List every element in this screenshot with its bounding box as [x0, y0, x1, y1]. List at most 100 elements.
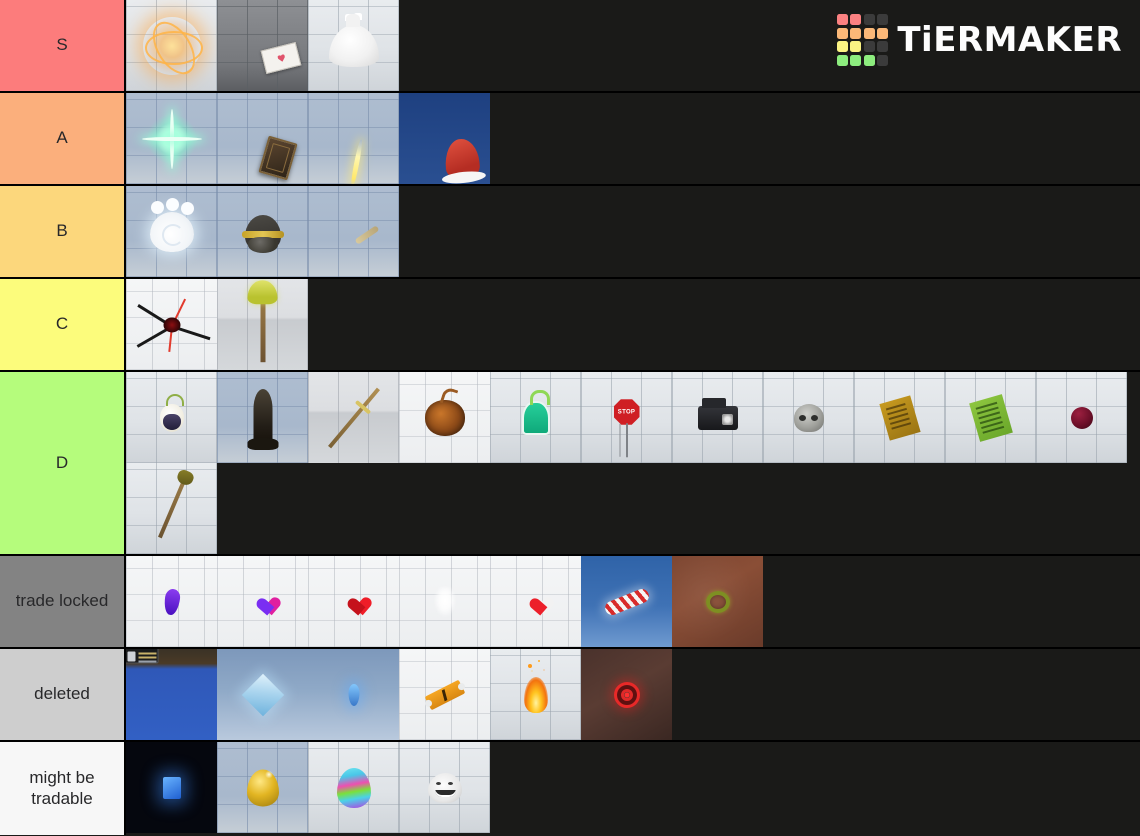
- tier-item-love-letter-envelope[interactable]: [217, 0, 308, 91]
- red-santa-hat-icon: [442, 136, 481, 181]
- blue-glowing-book-icon: [162, 776, 181, 799]
- tier-item-green-ring[interactable]: [672, 556, 763, 647]
- tier-item-black-red-splatter[interactable]: [126, 279, 217, 370]
- green-book-icon: [968, 393, 1013, 442]
- logo-cell-11: [877, 41, 889, 52]
- rainbow-egg-icon: [336, 767, 371, 808]
- logo-cell-4: [836, 27, 848, 39]
- tier-item-yellow-light-streak[interactable]: [308, 93, 399, 184]
- tier-label-b[interactable]: B: [0, 186, 126, 277]
- tier-item-troll-face[interactable]: [399, 742, 490, 833]
- logo-cell-8: [836, 41, 848, 52]
- tier-item-golden-egg[interactable]: [217, 742, 308, 833]
- blue-crystal-icon: [348, 683, 359, 706]
- tier-label-c[interactable]: C: [0, 279, 126, 370]
- logo-cell-10: [863, 41, 875, 52]
- tier-list-board: TiERMAKER S A B C D STOP trade locked deleted mi…: [0, 0, 1140, 836]
- logo-cell-1: [850, 14, 862, 25]
- tier-item-fire-flame[interactable]: [490, 649, 581, 740]
- tier-item-dark-ancient-book[interactable]: [217, 93, 308, 184]
- tiermaker-logo: TiERMAKER: [836, 14, 1122, 66]
- logo-cell-2: [863, 14, 875, 25]
- tier-items-d[interactable]: STOP: [126, 372, 1140, 554]
- logo-cell-3: [877, 14, 889, 25]
- logo-cell-5: [850, 27, 862, 39]
- tier-label-a[interactable]: A: [0, 93, 126, 184]
- tier-item-red-target-ring[interactable]: [581, 649, 672, 740]
- tier-item-old-camera[interactable]: [672, 372, 763, 463]
- glowing-orange-orb-icon: [142, 16, 203, 75]
- tier-item-gold-book[interactable]: [854, 372, 945, 463]
- tier-item-player-avatar-scene[interactable]: [126, 649, 217, 740]
- red-apple-icon: [1070, 406, 1093, 429]
- tier-item-candy-cane[interactable]: [581, 556, 672, 647]
- tier-item-stone-skull[interactable]: [763, 372, 854, 463]
- green-devil-fruit-icon: [521, 389, 550, 435]
- orange-pumpkin-fruit-icon: [424, 399, 465, 436]
- dark-rocket-icon: [247, 388, 278, 450]
- golden-egg-icon: [246, 769, 279, 806]
- tier-item-red-heart[interactable]: [308, 556, 399, 647]
- tier-item-dark-rocket[interactable]: [217, 372, 308, 463]
- tier-item-blue-crystal[interactable]: [308, 649, 399, 740]
- wooden-stick-icon: [354, 224, 379, 245]
- tier-row: B: [0, 186, 1140, 279]
- tier-items-trade-locked[interactable]: [126, 556, 1140, 647]
- tier-label-trade-locked[interactable]: trade locked: [0, 556, 126, 647]
- black-red-splatter-icon: [136, 298, 211, 352]
- tier-item-blue-glowing-book[interactable]: [126, 742, 217, 833]
- tier-item-red-apple[interactable]: [1036, 372, 1127, 463]
- tier-items-might-be-tradable[interactable]: [126, 742, 1140, 835]
- tier-item-white-sack-bag[interactable]: [308, 0, 399, 91]
- tier-item-golden-spear[interactable]: [308, 372, 399, 463]
- slime-staff-icon: [247, 279, 277, 362]
- tier-item-stop-sign[interactable]: STOP: [581, 372, 672, 463]
- tier-items-c[interactable]: [126, 279, 1140, 370]
- tier-label-s[interactable]: S: [0, 0, 126, 91]
- troll-face-icon: [427, 772, 462, 803]
- tier-item-red-santa-hat[interactable]: [399, 93, 490, 184]
- tier-items-b[interactable]: [126, 186, 1140, 277]
- tier-item-military-helmet-head[interactable]: [217, 186, 308, 277]
- tier-item-orange-pumpkin-fruit[interactable]: [399, 372, 490, 463]
- logo-cell-15: [877, 54, 889, 66]
- tier-item-white-glow[interactable]: [399, 556, 490, 647]
- pink-purple-heart-icon: [251, 590, 274, 613]
- tiermaker-grid-logo-icon: [836, 14, 889, 66]
- tier-item-orange-ticket[interactable]: [399, 649, 490, 740]
- tier-rows-container: S A B C D STOP trade locked deleted might be tra…: [0, 0, 1140, 835]
- tier-item-green-sparkle-star[interactable]: [126, 93, 217, 184]
- shovel-icon: [157, 479, 186, 538]
- tier-item-glowing-orange-orb[interactable]: [126, 0, 217, 91]
- orange-ticket-icon: [424, 679, 465, 710]
- tier-item-green-devil-fruit[interactable]: [490, 372, 581, 463]
- tier-item-red-white-heart[interactable]: [490, 556, 581, 647]
- tier-item-purple-flame[interactable]: [126, 556, 217, 647]
- fire-flame-icon: [523, 663, 548, 713]
- tier-item-wooden-stick[interactable]: [308, 186, 399, 277]
- tier-item-shovel[interactable]: [126, 463, 217, 554]
- tier-item-pink-purple-heart[interactable]: [217, 556, 308, 647]
- tier-item-white-glowing-paw[interactable]: [126, 186, 217, 277]
- tier-row: A: [0, 93, 1140, 186]
- white-sack-bag-icon: [328, 13, 379, 67]
- logo-cell-12: [836, 54, 848, 66]
- tier-label-might-be-tradable[interactable]: might be tradable: [0, 742, 126, 835]
- tier-label-d[interactable]: D: [0, 372, 126, 554]
- tier-item-green-book[interactable]: [945, 372, 1036, 463]
- ice-diamond-icon: [241, 673, 284, 716]
- tier-item-white-devil-fruit[interactable]: [126, 372, 217, 463]
- tier-items-deleted[interactable]: [126, 649, 1140, 740]
- tier-item-ice-diamond[interactable]: [217, 649, 308, 740]
- golden-spear-icon: [327, 387, 380, 448]
- tier-item-slime-staff[interactable]: [217, 279, 308, 370]
- tier-items-a[interactable]: [126, 93, 1140, 184]
- red-white-heart-icon: [524, 590, 547, 613]
- player-avatar-scene-icon: [126, 649, 172, 695]
- white-glow-icon: [433, 586, 456, 617]
- logo-cell-9: [850, 41, 862, 52]
- tier-item-rainbow-egg[interactable]: [308, 742, 399, 833]
- tier-label-deleted[interactable]: deleted: [0, 649, 126, 740]
- tier-row: C: [0, 279, 1140, 372]
- white-devil-fruit-icon: [159, 393, 184, 432]
